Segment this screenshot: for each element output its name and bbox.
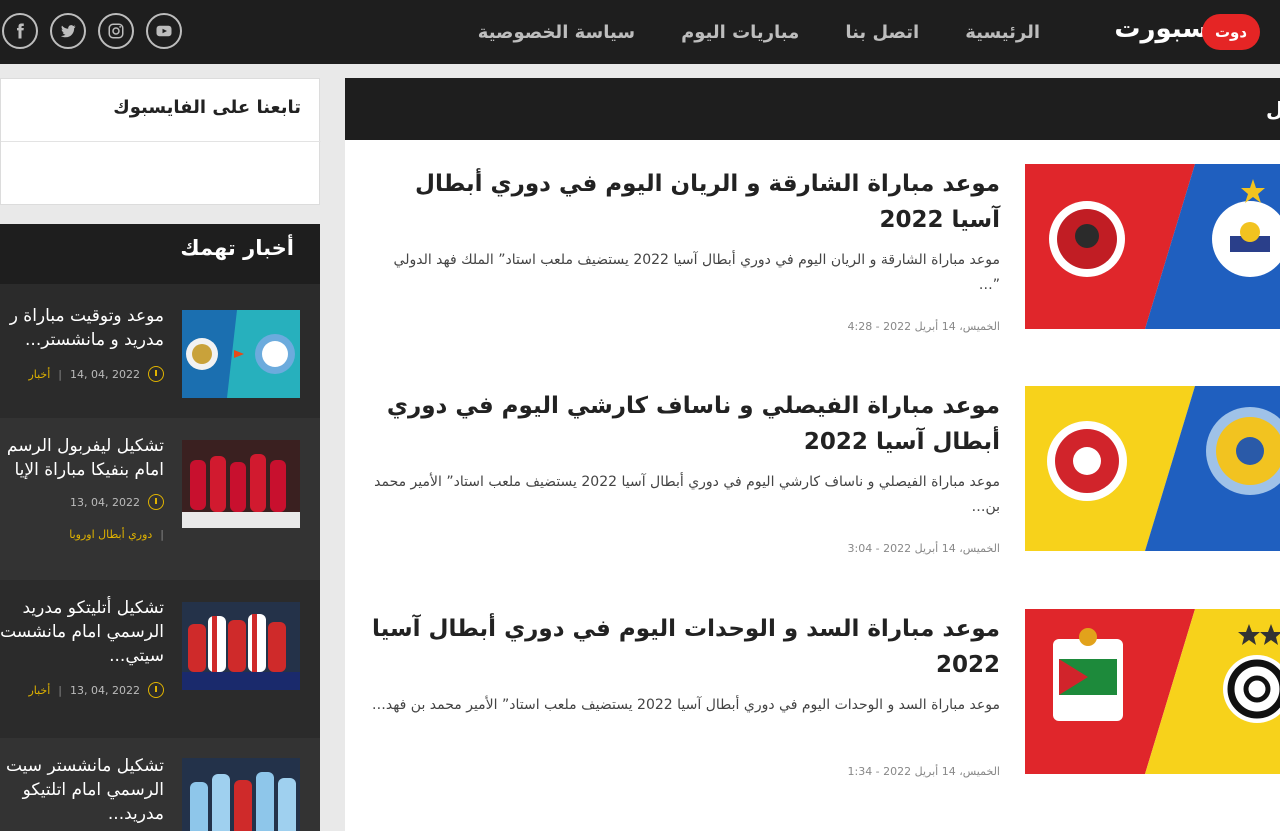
section-title: ل <box>1266 97 1280 121</box>
nav-privacy[interactable]: سياسة الخصوصية <box>478 22 635 43</box>
news-thumbnail[interactable] <box>182 758 300 831</box>
site-logo[interactable]: سبورت دوت <box>1090 12 1260 52</box>
logo-badge: دوت <box>1202 14 1260 50</box>
news-headline-line: مدريد و مانشستر... <box>25 330 164 350</box>
nav-home[interactable]: الرئيسية <box>965 22 1040 43</box>
nav-today-matches[interactable]: مباريات اليوم <box>681 22 799 43</box>
clock-icon <box>148 366 164 382</box>
news-headline[interactable]: تشكيل مانشستر سيت الرسمي امام اتلتيكو مد… <box>0 754 164 826</box>
instagram-icon[interactable] <box>98 13 134 49</box>
news-category[interactable]: أخبار <box>28 684 50 697</box>
news-meta: 2022 ,04 ,14 | أخبار <box>28 366 164 382</box>
news-category[interactable]: أخبار <box>28 368 50 381</box>
article-date: الخميس، 14 أبريل 2022 - 3:04 <box>847 542 1000 555</box>
news-headline-line: تشكيل ليفربول الرسم <box>6 436 164 456</box>
widget-header: أخبار تهمك <box>0 224 320 284</box>
section-header: ل <box>345 78 1280 140</box>
news-meta: 2022 ,04 ,13 | أخبار <box>28 682 164 698</box>
article-card[interactable]: موعد مباراة الفيصلي و ناساف كارشي اليوم … <box>345 386 1280 566</box>
news-headline-line: سيتي... <box>109 646 164 666</box>
youtube-icon[interactable] <box>146 13 182 49</box>
facebook-icon[interactable] <box>2 13 38 49</box>
news-headline-line: الرسمي امام اتلتيكو <box>22 780 164 800</box>
article-title[interactable]: موعد مباراة السد و الوحدات اليوم في دوري… <box>370 611 1000 683</box>
list-item[interactable]: تشكيل ليفربول الرسم امام بنفيكا مباراة ا… <box>0 418 320 580</box>
news-date: 2022 ,04 ,13 <box>70 683 140 697</box>
list-item[interactable]: موعد وتوقيت مباراة ر مدريد و مانشستر... … <box>0 286 320 418</box>
news-thumbnail[interactable] <box>182 310 300 398</box>
news-headline-line: موعد وتوقيت مباراة ر <box>9 306 164 326</box>
article-thumbnail[interactable] <box>1025 386 1280 551</box>
news-date: 2022 ,04 ,14 <box>70 367 140 381</box>
related-news-title: أخبار تهمك <box>180 236 294 260</box>
news-headline-line: امام بنفيكا مباراة الإيا <box>14 460 165 480</box>
news-headline[interactable]: تشكيل أتليتكو مدريد الرسمي امام مانشست س… <box>0 596 164 668</box>
meta-divider: | <box>58 367 62 381</box>
news-thumbnail[interactable] <box>182 602 300 690</box>
article-excerpt: موعد مباراة الفيصلي و ناساف كارشي اليوم … <box>374 474 1000 515</box>
news-meta: 2022 ,04 ,13 <box>70 494 164 510</box>
article-thumbnail[interactable] <box>1025 164 1280 329</box>
social-links <box>2 13 182 51</box>
meta-divider: | <box>160 528 164 541</box>
news-meta: | دوري أبطال اوروبا <box>69 528 164 541</box>
news-headline-line: تشكيل مانشستر سيت <box>5 756 164 776</box>
news-headline-line: تشكيل أتليتكو مدريد <box>22 598 164 618</box>
latest-news-section: ل موعد مباراة الشارقة و الريان اليوم في … <box>345 78 1280 831</box>
article-title[interactable]: موعد مباراة الشارقة و الريان اليوم في دو… <box>370 166 1000 238</box>
news-headline-line: مدريد... <box>107 804 164 824</box>
news-headline-line: الرسمي امام مانشست <box>0 622 164 642</box>
news-date: 2022 ,04 ,13 <box>70 495 140 509</box>
news-thumbnail[interactable] <box>182 440 300 528</box>
facebook-widget: تابعنا على الفايسبوك <box>0 78 321 205</box>
main-nav: الرئيسية اتصل بنا مباريات اليوم سياسة ال… <box>478 0 1040 64</box>
article-thumbnail[interactable] <box>1025 609 1280 774</box>
top-header: سبورت دوت الرئيسية اتصل بنا مباريات اليو… <box>0 0 1280 64</box>
nav-contact[interactable]: اتصل بنا <box>845 22 919 43</box>
facebook-widget-title: تابعنا على الفايسبوك <box>113 97 301 118</box>
article-excerpt: موعد مباراة السد و الوحدات اليوم في دوري… <box>371 697 1000 713</box>
article-excerpt: موعد مباراة الشارقة و الريان اليوم في دو… <box>393 252 1000 293</box>
widget-divider <box>1 141 321 142</box>
clock-icon <box>148 682 164 698</box>
article-date: الخميس، 14 أبريل 2022 - 1:34 <box>847 765 1000 778</box>
clock-icon <box>148 494 164 510</box>
related-news-widget: أخبار تهمك موعد وتوقيت مباراة ر مدريد و … <box>0 224 320 831</box>
article-title[interactable]: موعد مباراة الفيصلي و ناساف كارشي اليوم … <box>370 388 1000 460</box>
list-item[interactable]: تشكيل مانشستر سيت الرسمي امام اتلتيكو مد… <box>0 738 320 831</box>
article-card[interactable]: موعد مباراة الشارقة و الريان اليوم في دو… <box>345 164 1280 344</box>
list-item[interactable]: تشكيل أتليتكو مدريد الرسمي امام مانشست س… <box>0 580 320 738</box>
news-category[interactable]: دوري أبطال اوروبا <box>69 528 152 541</box>
article-date: الخميس، 14 أبريل 2022 - 4:28 <box>847 320 1000 333</box>
meta-divider: | <box>58 683 62 697</box>
logo-word: سبورت <box>1114 14 1208 44</box>
twitter-icon[interactable] <box>50 13 86 49</box>
news-headline[interactable]: تشكيل ليفربول الرسم امام بنفيكا مباراة ا… <box>0 434 164 482</box>
news-headline[interactable]: موعد وتوقيت مباراة ر مدريد و مانشستر... <box>0 304 164 352</box>
article-card[interactable]: موعد مباراة السد و الوحدات اليوم في دوري… <box>345 609 1280 789</box>
